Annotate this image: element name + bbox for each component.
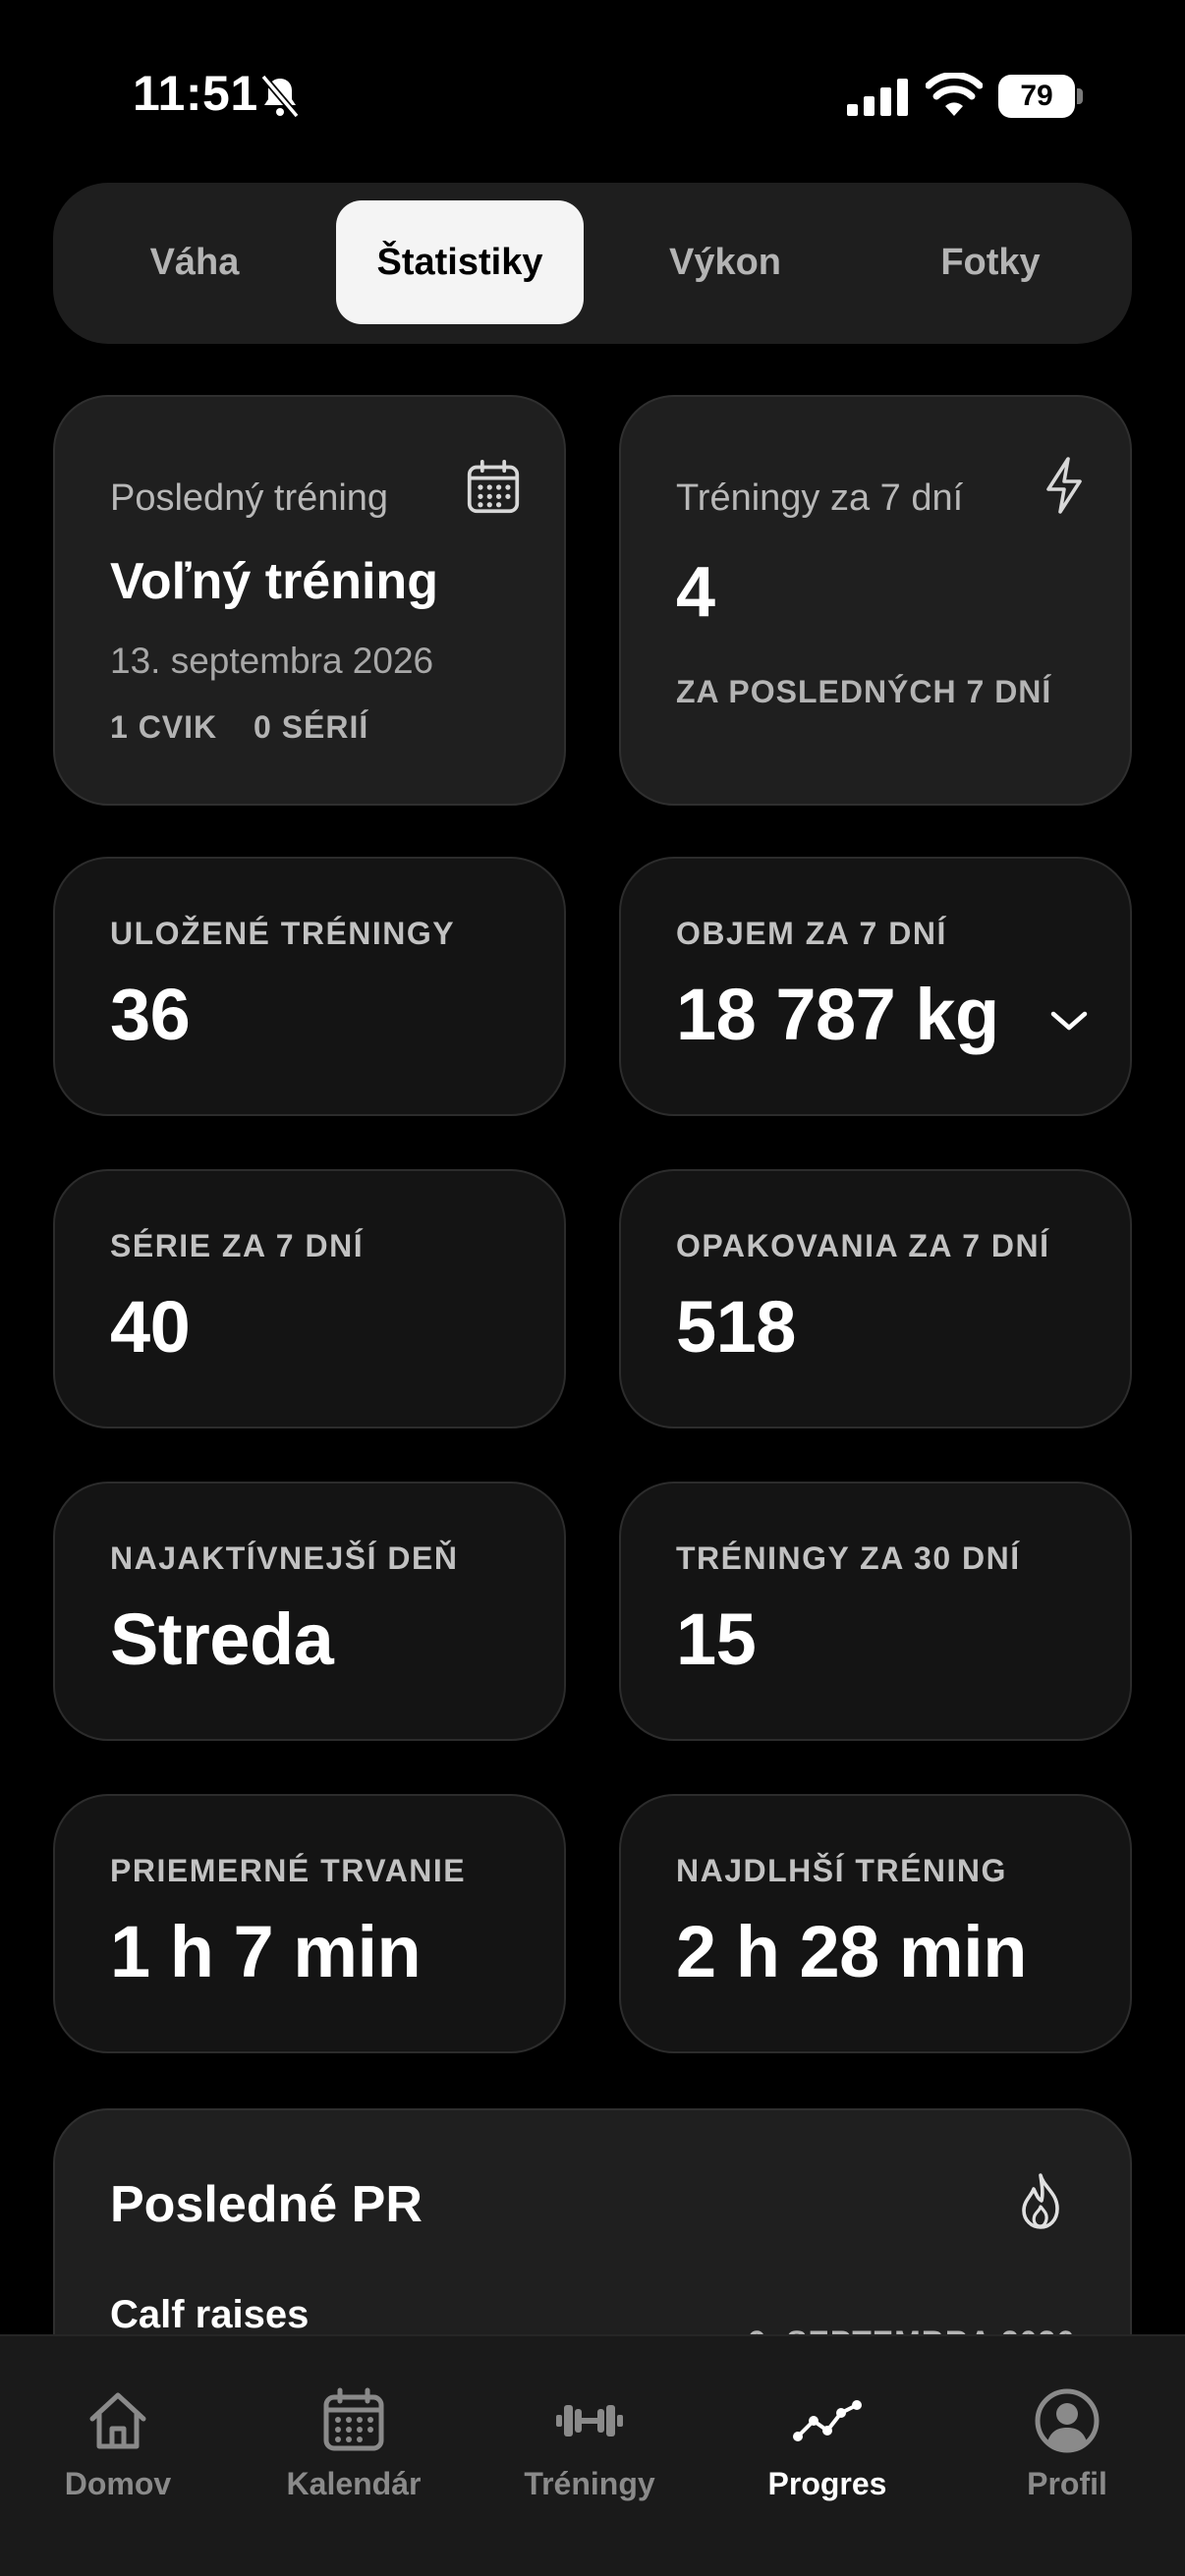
flame-icon [1022, 2173, 1059, 2229]
stat-value: 18 787 kg [676, 974, 999, 1055]
bottom-tab-bar: Domov Kalendár Tréningy Progres Profil [0, 2334, 1185, 2576]
segment-vaha[interactable]: Váha [71, 200, 318, 324]
trainings-7d-label: Tréningy za 7 dní [676, 477, 964, 519]
status-bar: 11:51 79 [0, 0, 1185, 187]
segment-vykon[interactable]: Výkon [601, 200, 849, 324]
chart-line-icon [793, 2400, 862, 2441]
tab-progres[interactable]: Progres [709, 2385, 945, 2523]
wifi-icon [926, 73, 983, 116]
battery-level: 79 [998, 75, 1075, 118]
home-icon [89, 2392, 146, 2449]
trainings-7d-card[interactable]: Tréningy za 7 dní 4 ZA POSLEDNÝCH 7 DNÍ [619, 395, 1132, 806]
tab-label: Kalendár [286, 2466, 422, 2501]
calendar-icon [467, 460, 520, 514]
stat-card-reps-7d[interactable]: OPAKOVANIA ZA 7 DNÍ 518 [619, 1169, 1132, 1428]
last-training-date: 13. septembra 2026 [110, 641, 434, 681]
last-training-exercises: 1 CVIK [110, 709, 218, 745]
tab-profil[interactable]: Profil [949, 2385, 1185, 2523]
dumbbell-icon [556, 2405, 623, 2436]
segment-statistiky[interactable]: Štatistiky [336, 200, 584, 324]
last-training-title: Voľný tréning [110, 553, 438, 610]
stat-label: PRIEMERNÉ TRVANIE [110, 1853, 467, 1888]
cellular-signal-icon [847, 79, 908, 116]
stat-value: 15 [676, 1598, 757, 1680]
last-training-label: Posledný tréning [110, 477, 389, 519]
last-training-card[interactable]: Posledný tréning Voľný tréning 13. septe… [53, 395, 566, 806]
stat-card-saved-trainings[interactable]: ULOŽENÉ TRÉNINGY 36 [53, 857, 566, 1116]
status-time: 11:51 [133, 66, 258, 121]
stat-value: 40 [110, 1286, 191, 1368]
battery-icon: 79 [998, 75, 1083, 118]
trainings-7d-caption: ZA POSLEDNÝCH 7 DNÍ [676, 674, 1052, 709]
tab-label: Tréningy [524, 2466, 655, 2501]
tab-label: Domov [64, 2466, 172, 2501]
progress-screen: 11:51 79 Váha Štatistiky Výkon Fotky Pos… [0, 0, 1185, 2576]
bell-slash-icon [260, 74, 300, 119]
stat-value: Streda [110, 1598, 334, 1680]
last-pr-title: Posledné PR [110, 2176, 423, 2233]
stat-label: OBJEM ZA 7 DNÍ [676, 916, 947, 951]
stat-value: 2 h 28 min [676, 1911, 1027, 1992]
stat-card-average-duration[interactable]: PRIEMERNÉ TRVANIE 1 h 7 min [53, 1794, 566, 2053]
stat-card-trainings-30d[interactable]: TRÉNINGY ZA 30 DNÍ 15 [619, 1482, 1132, 1741]
trainings-7d-value: 4 [676, 553, 716, 632]
stat-card-longest-training[interactable]: NAJDLHŠÍ TRÉNING 2 h 28 min [619, 1794, 1132, 2053]
segmented-control: Váha Štatistiky Výkon Fotky [53, 183, 1132, 344]
calendar-icon [323, 2387, 384, 2451]
stat-label: OPAKOVANIA ZA 7 DNÍ [676, 1228, 1050, 1263]
tab-domov[interactable]: Domov [0, 2385, 236, 2523]
pr-exercise-name: Calf raises [110, 2293, 310, 2336]
stat-label: SÉRIE ZA 7 DNÍ [110, 1228, 365, 1263]
stat-card-most-active-day[interactable]: NAJAKTÍVNEJŠÍ DEŇ Streda [53, 1482, 566, 1741]
tab-label: Progres [767, 2466, 887, 2501]
stat-label: NAJAKTÍVNEJŠÍ DEŇ [110, 1540, 459, 1576]
segment-fotky[interactable]: Fotky [867, 200, 1114, 324]
stat-card-volume-7d[interactable]: OBJEM ZA 7 DNÍ 18 787 kg [619, 857, 1132, 1116]
stat-value: 36 [110, 974, 191, 1055]
last-training-sets: 0 SÉRIÍ [254, 709, 369, 745]
chevron-down-icon[interactable] [1047, 1006, 1091, 1036]
tab-label: Profil [1027, 2466, 1107, 2501]
tab-kalendar[interactable]: Kalendár [236, 2385, 472, 2523]
stat-label: NAJDLHŠÍ TRÉNING [676, 1853, 1007, 1888]
bolt-icon [1046, 457, 1082, 514]
stat-label: ULOŽENÉ TRÉNINGY [110, 916, 456, 951]
tab-treningy[interactable]: Tréningy [472, 2385, 707, 2523]
stat-card-sets-7d[interactable]: SÉRIE ZA 7 DNÍ 40 [53, 1169, 566, 1428]
stat-value: 1 h 7 min [110, 1911, 422, 1992]
stat-value: 518 [676, 1286, 796, 1368]
stat-label: TRÉNINGY ZA 30 DNÍ [676, 1540, 1021, 1576]
profile-icon [1035, 2388, 1100, 2453]
